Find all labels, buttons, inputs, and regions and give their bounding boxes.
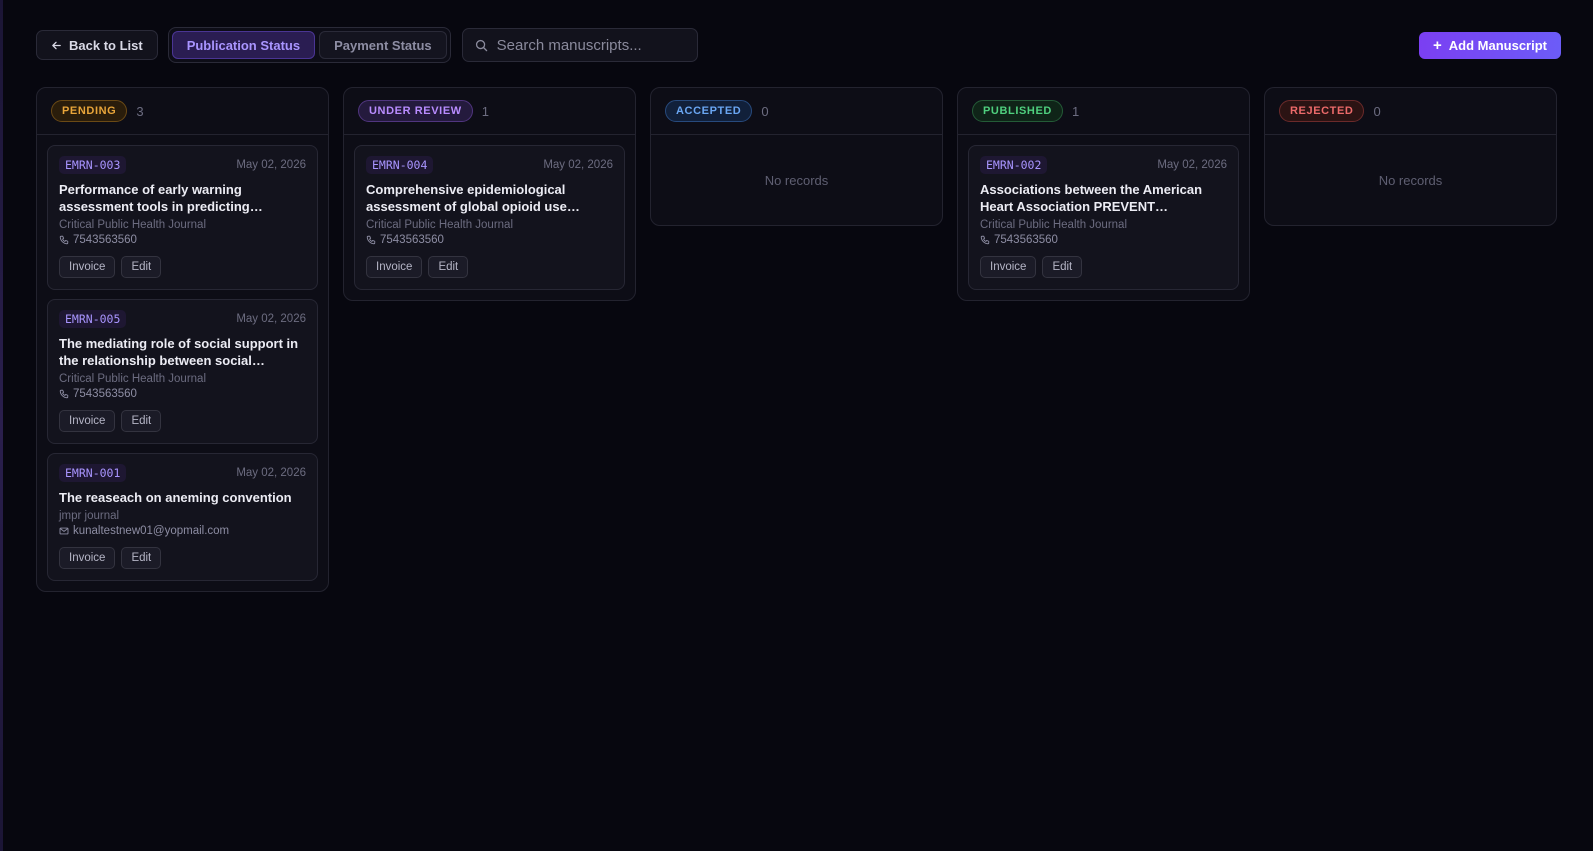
manuscript-code: EMRN-003: [59, 156, 127, 174]
journal-name: Critical Public Health Journal: [59, 373, 207, 385]
column-pending: PENDING 3 EMRN-003 May 02, 2026 Performa…: [36, 87, 329, 592]
manuscript-code: EMRN-001: [59, 464, 127, 482]
phone-icon: [59, 389, 69, 399]
status-badge-pending: PENDING: [51, 100, 128, 122]
edit-button[interactable]: Edit: [121, 410, 162, 432]
column-rejected: REJECTED 0 No records: [1264, 87, 1557, 226]
status-view-toggle: Publication Status Payment Status: [167, 27, 451, 63]
column-body: EMRN-002 May 02, 2026 Associations betwe…: [958, 135, 1249, 300]
kanban-board: PENDING 3 EMRN-003 May 02, 2026 Performa…: [36, 87, 1557, 592]
manuscript-code: EMRN-005: [59, 310, 127, 328]
contact-info: 7543563560: [59, 388, 306, 400]
column-header: ACCEPTED 0: [651, 88, 942, 135]
journal-name: Critical Public Health Journal: [59, 219, 207, 231]
mail-icon: [59, 527, 69, 535]
column-header: UNDER REVIEW 1: [344, 88, 635, 135]
tab-publication-status[interactable]: Publication Status: [171, 31, 316, 59]
manuscript-date: May 02, 2026: [236, 313, 306, 325]
manuscript-card[interactable]: EMRN-005 May 02, 2026 The mediating role…: [47, 299, 318, 444]
contact-info: 7543563560: [366, 234, 613, 246]
plus-icon: +: [1433, 36, 1442, 54]
manuscript-title: Associations between the American Heart …: [980, 182, 1203, 214]
phone-icon: [59, 235, 69, 245]
toolbar: Back to List Publication Status Payment …: [36, 27, 1561, 63]
contact-value: 7543563560: [380, 234, 444, 246]
manuscript-title: The reaseach on aneming convention: [59, 490, 292, 505]
invoice-button[interactable]: Invoice: [366, 256, 423, 278]
phone-icon: [366, 235, 376, 245]
edit-button[interactable]: Edit: [1042, 256, 1083, 278]
edit-button[interactable]: Edit: [428, 256, 469, 278]
manuscript-code: EMRN-002: [980, 156, 1048, 174]
column-body: EMRN-003 May 02, 2026 Performance of ear…: [37, 135, 328, 591]
arrow-left-icon: [52, 41, 61, 49]
left-edge-accent: [0, 0, 3, 851]
contact-info: kunaltestnew01@yopmail.com: [59, 525, 306, 537]
tab-payment-status[interactable]: Payment Status: [319, 31, 447, 59]
column-header: REJECTED 0: [1265, 88, 1556, 135]
manuscript-card[interactable]: EMRN-003 May 02, 2026 Performance of ear…: [47, 145, 318, 290]
back-to-list-label: Back to List: [69, 37, 143, 53]
invoice-button[interactable]: Invoice: [59, 410, 116, 432]
manuscript-date: May 02, 2026: [236, 159, 306, 171]
contact-value: kunaltestnew01@yopmail.com: [73, 525, 230, 537]
manuscript-card[interactable]: EMRN-002 May 02, 2026 Associations betwe…: [968, 145, 1239, 290]
back-to-list-button[interactable]: Back to List: [36, 30, 158, 60]
empty-state: No records: [764, 172, 829, 188]
column-count: 0: [761, 103, 769, 119]
edit-button[interactable]: Edit: [121, 547, 162, 569]
status-badge-accepted: ACCEPTED: [665, 100, 753, 122]
status-badge-rejected: REJECTED: [1279, 100, 1365, 122]
phone-icon: [980, 235, 990, 245]
column-count: 1: [481, 103, 489, 119]
column-header: PENDING 3: [37, 88, 328, 135]
manuscript-date: May 02, 2026: [1157, 159, 1227, 171]
status-badge-published: PUBLISHED: [972, 100, 1063, 122]
manuscript-date: May 02, 2026: [236, 467, 306, 479]
manuscript-title: Performance of early warning assessment …: [59, 182, 250, 214]
invoice-button[interactable]: Invoice: [59, 547, 116, 569]
search-input[interactable]: [496, 36, 685, 54]
invoice-button[interactable]: Invoice: [59, 256, 116, 278]
journal-name: Critical Public Health Journal: [366, 219, 514, 231]
add-manuscript-button[interactable]: + Add Manuscript: [1419, 31, 1561, 59]
column-count: 1: [1071, 103, 1080, 119]
empty-state: No records: [1378, 172, 1443, 188]
manuscript-title: The mediating role of social support in …: [59, 336, 299, 368]
search-icon: [475, 39, 487, 51]
search-box: [461, 28, 698, 62]
contact-value: 7543563560: [73, 234, 137, 246]
status-badge-under-review: UNDER REVIEW: [358, 100, 473, 122]
journal-name: jmpr journal: [59, 510, 120, 522]
contact-value: 7543563560: [73, 388, 137, 400]
manuscript-card[interactable]: EMRN-004 May 02, 2026 Comprehensive epid…: [354, 145, 625, 290]
column-header: PUBLISHED 1: [958, 88, 1249, 135]
column-under-review: UNDER REVIEW 1 EMRN-004 May 02, 2026 Com…: [343, 87, 636, 301]
contact-info: 7543563560: [59, 234, 306, 246]
column-count: 0: [1373, 103, 1381, 119]
manuscript-date: May 02, 2026: [543, 159, 613, 171]
manuscript-title: Comprehensive epidemiological assessment…: [366, 182, 580, 214]
column-count: 3: [136, 103, 144, 119]
column-published: PUBLISHED 1 EMRN-002 May 02, 2026 Associ…: [957, 87, 1250, 301]
invoice-button[interactable]: Invoice: [980, 256, 1037, 278]
column-accepted: ACCEPTED 0 No records: [650, 87, 943, 226]
column-body: EMRN-004 May 02, 2026 Comprehensive epid…: [344, 135, 635, 300]
contact-value: 7543563560: [994, 234, 1058, 246]
journal-name: Critical Public Health Journal: [980, 219, 1128, 231]
edit-button[interactable]: Edit: [121, 256, 162, 278]
manuscript-card[interactable]: EMRN-001 May 02, 2026 The reaseach on an…: [47, 453, 318, 581]
contact-info: 7543563560: [980, 234, 1227, 246]
add-manuscript-label: Add Manuscript: [1448, 37, 1547, 53]
manuscript-code: EMRN-004: [366, 156, 434, 174]
